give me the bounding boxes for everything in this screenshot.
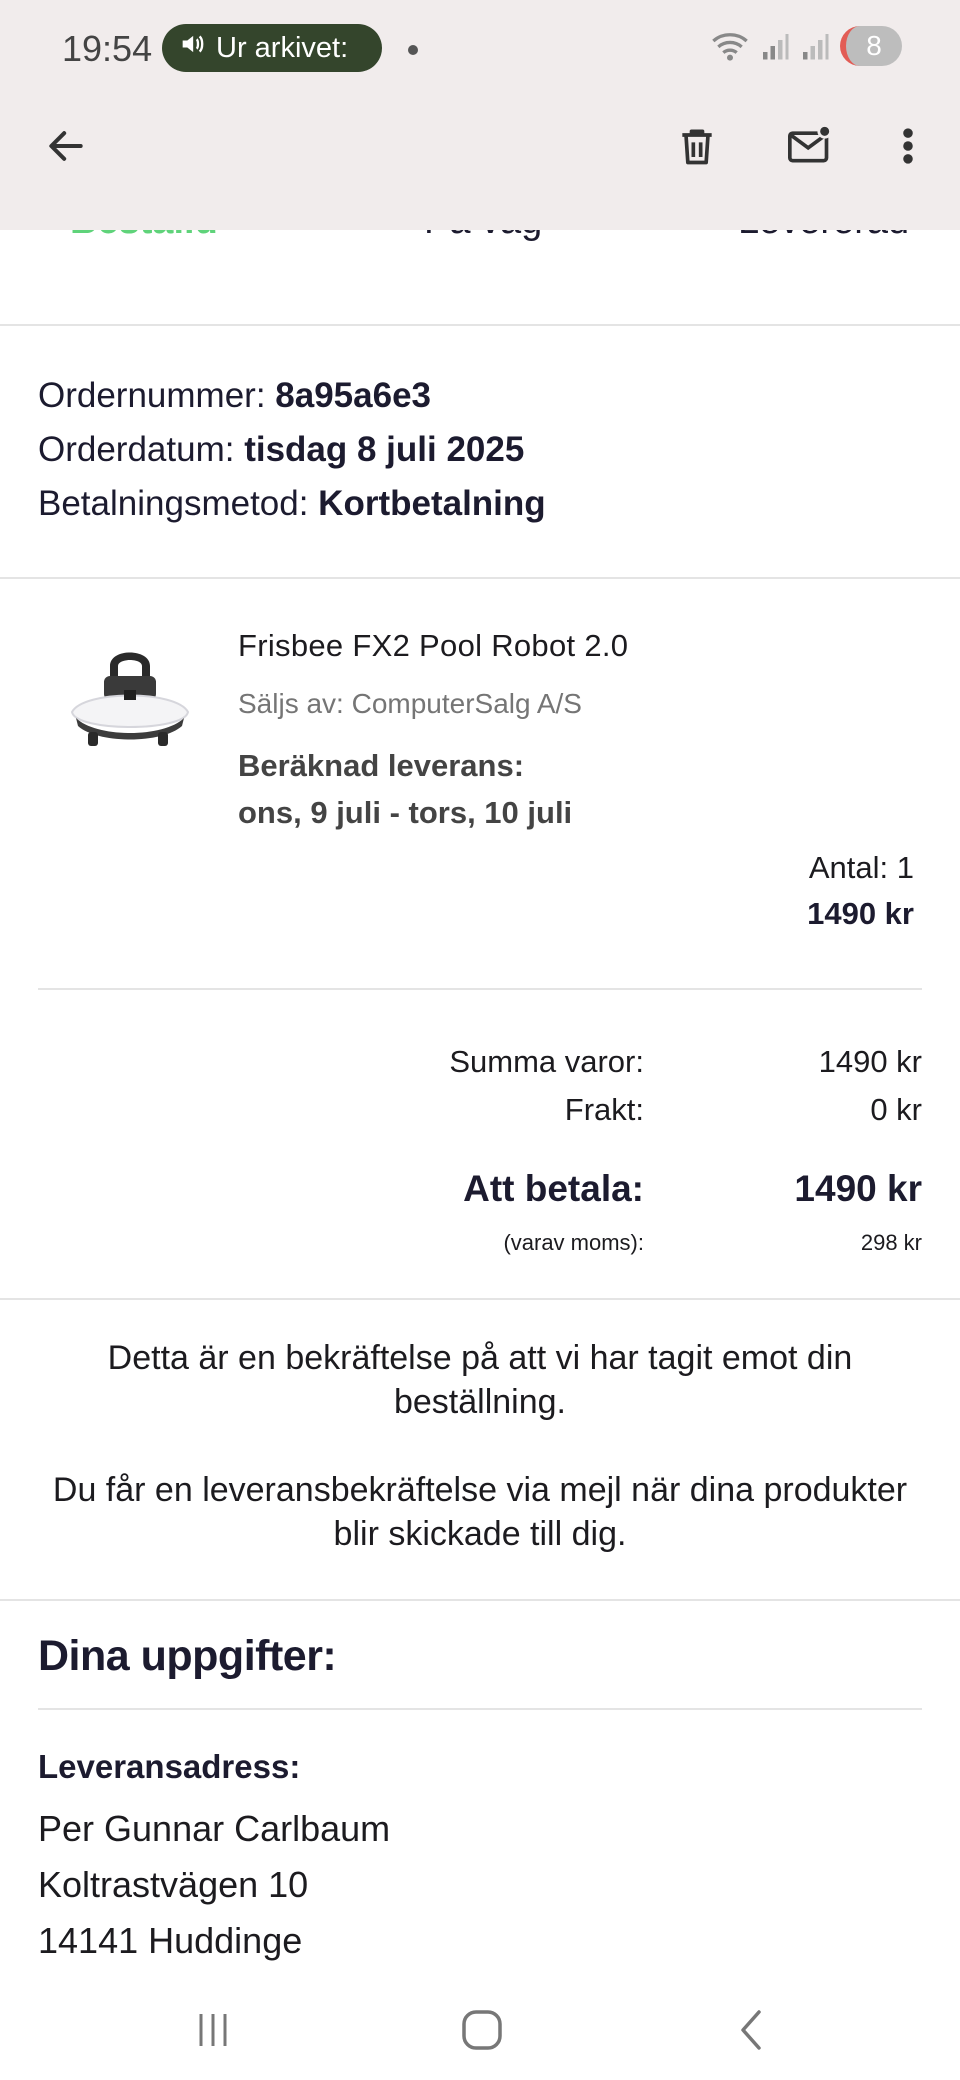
top-bar: 19:54 Ur arkivet: 8 [0, 0, 960, 230]
home-icon[interactable] [452, 2000, 512, 2060]
divider [0, 1599, 960, 1601]
speaker-icon [178, 30, 206, 66]
confirmation-text: Detta är en bekräftelse på att vi har ta… [0, 1336, 960, 1424]
product-seller: Säljs av: ComputerSalg A/S [238, 688, 582, 719]
notice-line: Du får en leveransbekräftelse via mejl n… [52, 1471, 908, 1509]
delete-icon[interactable] [669, 118, 725, 174]
divider [0, 1298, 960, 1300]
divider [0, 577, 960, 579]
delivery-range: ons, 9 juli - tors, 10 juli [238, 795, 573, 830]
product-quantity: Antal: 1 [808, 850, 914, 885]
total-value: 1490 kr [794, 1168, 922, 1209]
status-icons: 8 [710, 26, 902, 66]
signal-icon [760, 31, 790, 61]
vat-value: 298 kr [860, 1230, 922, 1255]
vat-label: (varav moms): [503, 1230, 644, 1255]
divider [0, 324, 960, 326]
back-icon[interactable] [721, 2000, 781, 2060]
recent-apps-icon[interactable] [183, 2000, 243, 2060]
confirmation-line: beställning. [393, 1383, 566, 1421]
product-price: 1490 kr [807, 896, 914, 931]
email-view: Beställd På väg Levererad Ordernummer: 8… [0, 0, 960, 2080]
confirmation-line: Detta är en bekräftelse på att vi har ta… [107, 1339, 853, 1377]
status-time: 19:54 [62, 28, 153, 69]
product-title[interactable]: Frisbee FX2 Pool Robot 2.0 [238, 628, 628, 664]
wifi-icon [710, 29, 750, 63]
payment-method: Betalningsmetod: Kortbetalning [38, 484, 546, 523]
system-nav-bar [0, 1980, 960, 2080]
order-date: Orderdatum: tisdag 8 juli 2025 [38, 430, 525, 469]
divider [38, 988, 922, 990]
recording-label: Ur arkivet: [216, 31, 349, 64]
details-heading: Dina uppgifter: [38, 1632, 337, 1680]
address-heading: Leveransadress: [38, 1748, 301, 1785]
address-street: Koltrastvägen 10 [38, 1864, 309, 1905]
total-label: Att betala: [463, 1168, 644, 1209]
notice-line: blir skickade till dig. [333, 1515, 627, 1553]
status-dot [408, 45, 418, 55]
mark-unread-icon[interactable] [782, 118, 838, 174]
shipping-label: Frakt: [564, 1092, 644, 1127]
estimated-delivery: Beräknad leverans: ons, 9 juli - tors, 1… [238, 742, 572, 836]
shipping-value: 0 kr [870, 1092, 922, 1127]
subtotal-label: Summa varor: [449, 1044, 644, 1079]
back-arrow-icon[interactable] [38, 118, 94, 174]
address-name: Per Gunnar Carlbaum [38, 1808, 391, 1849]
order-number: Ordernummer: 8a95a6e3 [38, 376, 432, 415]
more-vert-icon[interactable] [880, 118, 936, 174]
delivery-label: Beräknad leverans: [238, 748, 525, 783]
signal-icon [800, 31, 830, 61]
delivery-notice-text: Du får en leveransbekräftelse via mejl n… [0, 1468, 960, 1556]
subtotal-value: 1490 kr [818, 1044, 922, 1079]
divider [38, 1708, 922, 1710]
product-image[interactable] [66, 640, 194, 760]
address-city: 14141 Huddinge [38, 1920, 303, 1961]
battery-badge: 8 [840, 26, 902, 66]
recording-pill[interactable]: Ur arkivet: [162, 24, 382, 72]
